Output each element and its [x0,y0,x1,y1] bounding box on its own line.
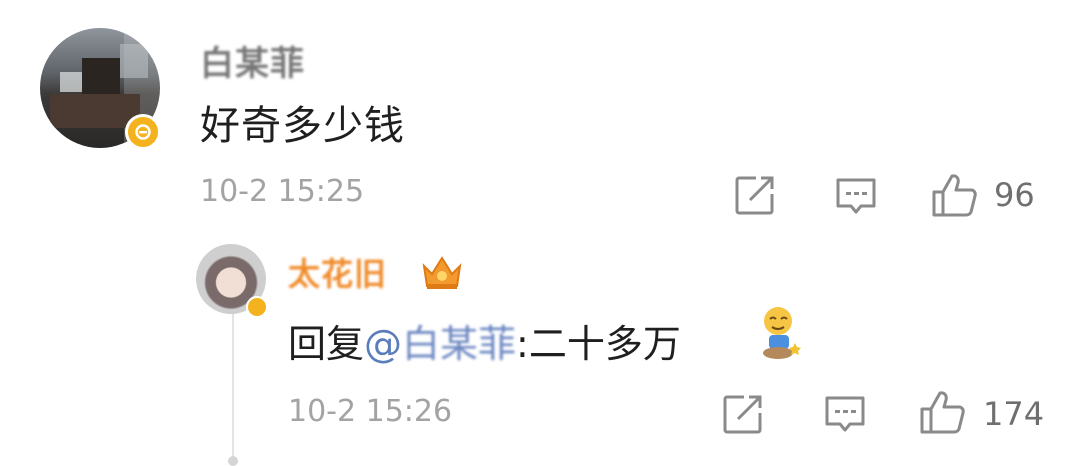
reply-thread-line [232,300,234,462]
share-edit-icon[interactable] [734,174,776,216]
reply-thread-end [228,456,238,466]
mention-name[interactable]: 白某菲 [402,322,516,366]
verified-badge-icon [246,296,268,318]
thumbs-up-icon[interactable] [918,389,966,435]
thumbs-up-icon[interactable] [930,172,978,218]
comment-icon[interactable] [834,176,878,218]
comment-author-name[interactable]: 白某菲 [200,36,305,85]
reply-colon: : [516,322,529,366]
crown-badge-icon [420,252,464,292]
reply-author-name[interactable]: 太花旧 [288,249,387,295]
like-count: 96 [994,176,1035,214]
share-edit-icon[interactable] [722,393,764,435]
mention-at[interactable]: @ [364,322,402,366]
comment-icon[interactable] [823,394,867,436]
reply-text: 回复@白某菲:二十多万 [288,313,681,368]
verified-badge-icon [125,114,161,150]
like-count: 174 [983,395,1045,433]
comment-timestamp: 10-2 15:25 [200,174,365,209]
reply-prefix: 回复 [288,322,365,366]
kneeling-figure-emoji [757,305,803,361]
comment-text: 好奇多少钱 [200,103,405,149]
reply-timestamp: 10-2 15:26 [288,394,453,429]
reply-body: 二十多万 [528,322,681,366]
